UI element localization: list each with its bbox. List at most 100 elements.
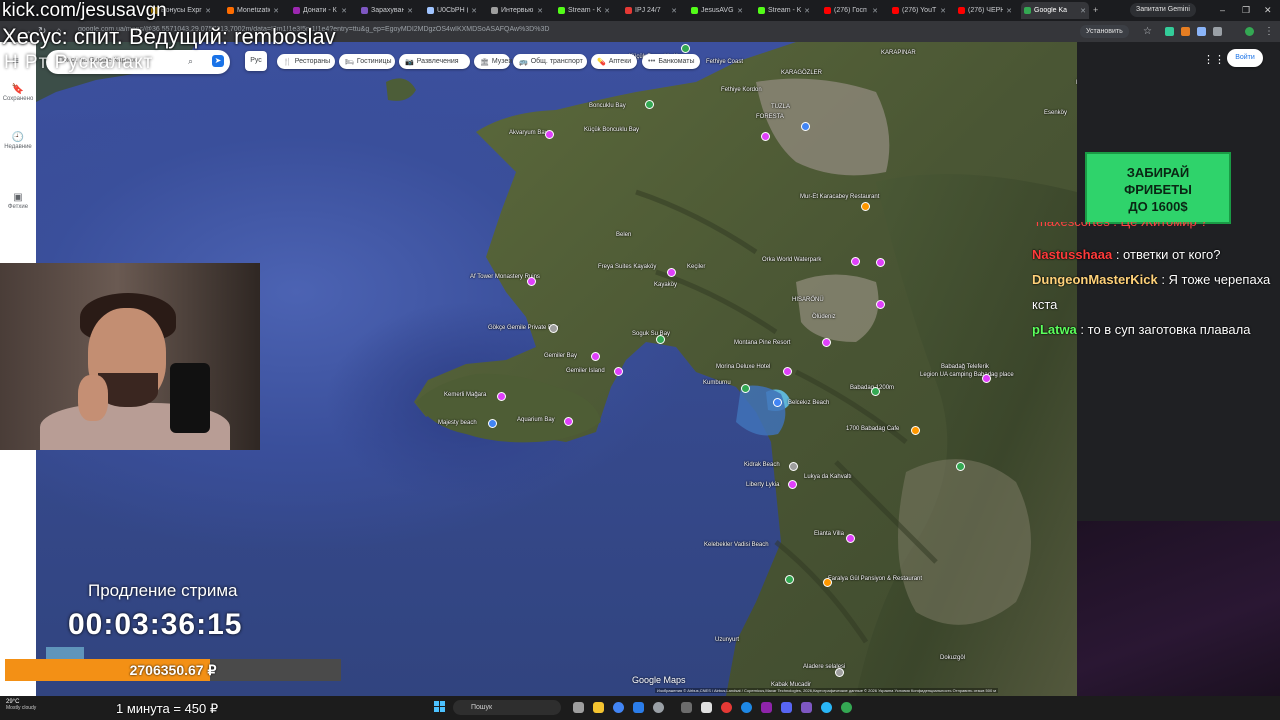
map-place-label[interactable]: Soguk Su Bay xyxy=(632,331,670,337)
obs-icon[interactable] xyxy=(653,702,664,713)
sign-in-button[interactable]: Войти xyxy=(1227,49,1263,67)
extension-icon[interactable] xyxy=(1181,27,1190,36)
tab[interactable]: Google Ka ✕ xyxy=(1021,2,1089,19)
tab-close-icon[interactable]: ✕ xyxy=(1006,7,1012,15)
map-place-pin-icon[interactable] xyxy=(876,258,885,267)
map-place-label[interactable]: Morina Deluxe Hotel xyxy=(716,364,770,370)
notion-icon[interactable] xyxy=(701,702,712,713)
new-tab-button[interactable]: + xyxy=(1093,4,1098,16)
map-place-pin-icon[interactable] xyxy=(564,417,573,426)
map-place-label[interactable]: Boncuklu Bay xyxy=(589,103,626,109)
map-place-pin-icon[interactable] xyxy=(823,578,832,587)
map-place-label[interactable]: Mur-Et Karacabey Restaurant xyxy=(800,194,879,200)
map-place-pin-icon[interactable] xyxy=(871,387,880,396)
map-place-label[interactable]: HISARÖNÜ xyxy=(792,297,824,303)
map-place-pin-icon[interactable] xyxy=(835,668,844,677)
taskbar-search[interactable]: Пошук xyxy=(453,700,561,715)
map-place-label[interactable]: Ölüdeniz xyxy=(812,314,836,320)
map-place-label[interactable]: 1700 Babadag Cafe xyxy=(846,426,899,432)
rail-fethiye[interactable]: ▣ Фетхие xyxy=(0,192,36,210)
map-place-label[interactable]: Fethiye Kordon xyxy=(721,87,762,93)
tab-close-icon[interactable]: ✕ xyxy=(872,7,878,15)
tab[interactable]: Stream - K ✕ xyxy=(755,2,813,19)
tab-close-icon[interactable]: ✕ xyxy=(737,7,743,15)
map-place-pin-icon[interactable] xyxy=(614,367,623,376)
map-place-label[interactable]: Babadağ Teleferik xyxy=(941,364,989,370)
tab-close-icon[interactable]: ✕ xyxy=(1080,7,1086,15)
map-place-pin-icon[interactable] xyxy=(851,257,860,266)
app-icon[interactable] xyxy=(801,702,812,713)
map-place-label[interactable]: Küçük Boncuklu Bay xyxy=(584,127,639,133)
edge-icon[interactable] xyxy=(741,702,752,713)
app-icon[interactable] xyxy=(721,702,732,713)
tab-close-icon[interactable]: ✕ xyxy=(341,7,347,15)
tab[interactable]: (276) ЧЕРН ✕ xyxy=(955,2,1015,19)
map-place-pin-icon[interactable] xyxy=(785,575,794,584)
map-place-pin-icon[interactable] xyxy=(656,335,665,344)
map-place-pin-icon[interactable] xyxy=(861,202,870,211)
map-place-label[interactable]: FORESTA xyxy=(756,114,784,120)
map-place-label[interactable]: Liberty Lykia xyxy=(746,482,779,488)
google-apps-icon[interactable]: ⋮⋮ xyxy=(1203,53,1225,66)
chrome-icon[interactable] xyxy=(613,702,624,713)
map-place-label[interactable]: Belcekız Beach xyxy=(788,400,829,406)
map-place-pin-icon[interactable] xyxy=(591,352,600,361)
map-place-pin-icon[interactable] xyxy=(783,367,792,376)
tab[interactable]: IPJ 24/7 ✕ xyxy=(622,2,680,19)
map-place-pin-icon[interactable] xyxy=(876,300,885,309)
search-icon[interactable]: ⌕ xyxy=(188,56,193,67)
map-place-pin-icon[interactable] xyxy=(741,384,750,393)
map-place-pin-icon[interactable] xyxy=(681,44,690,53)
map-place-label[interactable]: Elanta Villa xyxy=(814,531,844,537)
map-place-label[interactable]: Gökçe Gemile Private Bay xyxy=(488,325,558,331)
map-place-label[interactable]: Faralya Gül Pansiyon & Restaurant xyxy=(828,576,922,582)
map-place-label[interactable]: TUZLA xyxy=(771,104,790,110)
map-place-label[interactable]: Dokuzgöl xyxy=(940,655,965,661)
map-place-label[interactable]: Legion UA camping Babadag place xyxy=(920,372,1014,378)
map-place-pin-icon[interactable] xyxy=(801,122,810,131)
map-place-pin-icon[interactable] xyxy=(773,398,782,407)
map-place-label[interactable]: Mesrtur Ortaklar Cop Sis Fethiye xyxy=(1076,80,1077,86)
chip-pharmacy[interactable]: 💊 Аптеки xyxy=(591,54,637,69)
map-place-label[interactable]: Belen xyxy=(616,232,631,238)
tab[interactable]: Stream - K ✕ xyxy=(555,2,613,19)
app-icon[interactable] xyxy=(681,702,692,713)
map-place-label[interactable]: Gemiler Island xyxy=(566,368,605,374)
tab-close-icon[interactable]: ✕ xyxy=(671,7,677,15)
tab[interactable]: JesusAVGN✕ xyxy=(688,2,746,19)
map-place-pin-icon[interactable] xyxy=(527,277,536,286)
map-place-pin-icon[interactable] xyxy=(956,462,965,471)
chip-attractions[interactable]: 📷 Развлечения xyxy=(399,54,470,69)
map-place-pin-icon[interactable] xyxy=(761,132,770,141)
tab[interactable]: U0CbPH (1✕ xyxy=(424,2,480,19)
map-place-pin-icon[interactable] xyxy=(911,426,920,435)
task-view-icon[interactable] xyxy=(573,702,584,713)
chip-museum[interactable]: 🏛 Музеи xyxy=(474,54,512,69)
map-place-label[interactable]: Akvaryum Bay xyxy=(509,130,548,136)
chip-restaurant[interactable]: 🍴 Рестораны xyxy=(277,54,335,69)
map-place-pin-icon[interactable] xyxy=(545,130,554,139)
tab-close-icon[interactable]: ✕ xyxy=(273,7,279,15)
directions-icon[interactable]: ➤ xyxy=(212,55,224,67)
tab-close-icon[interactable]: ✕ xyxy=(537,7,543,15)
map-place-label[interactable]: Uzunyurt xyxy=(715,637,739,643)
chrome-icon[interactable] xyxy=(841,702,852,713)
tab[interactable]: Monetizatio ✕ xyxy=(224,2,282,19)
map-place-label[interactable]: Kayaköy xyxy=(654,282,677,288)
map-place-label[interactable]: Esenköy xyxy=(1044,110,1067,116)
app-icon[interactable] xyxy=(761,702,772,713)
map-place-pin-icon[interactable] xyxy=(497,392,506,401)
maximize-icon[interactable]: ❐ xyxy=(1242,4,1250,16)
map-place-label[interactable]: KARAGÖZLER xyxy=(781,70,822,76)
map-place-label[interactable]: Gemiler Bay xyxy=(544,353,577,359)
tab[interactable]: (276) Госп ✕ xyxy=(821,2,881,19)
map-place-label[interactable]: Montana Pine Resort xyxy=(734,340,790,346)
gemini-button[interactable]: Запитати Gemini xyxy=(1130,3,1196,17)
map-place-pin-icon[interactable] xyxy=(667,268,676,277)
chip-hotel[interactable]: 🛏 Гостиницы xyxy=(339,54,395,69)
tab[interactable]: (276) YouT ✕ xyxy=(889,2,949,19)
map-place-label[interactable]: Kidrak Beach xyxy=(744,462,780,468)
map-place-label[interactable]: Majesty beach xyxy=(438,420,477,426)
tab-close-icon[interactable]: ✕ xyxy=(471,7,477,15)
map-place-label[interactable]: Kemerli Mağara xyxy=(444,392,486,398)
